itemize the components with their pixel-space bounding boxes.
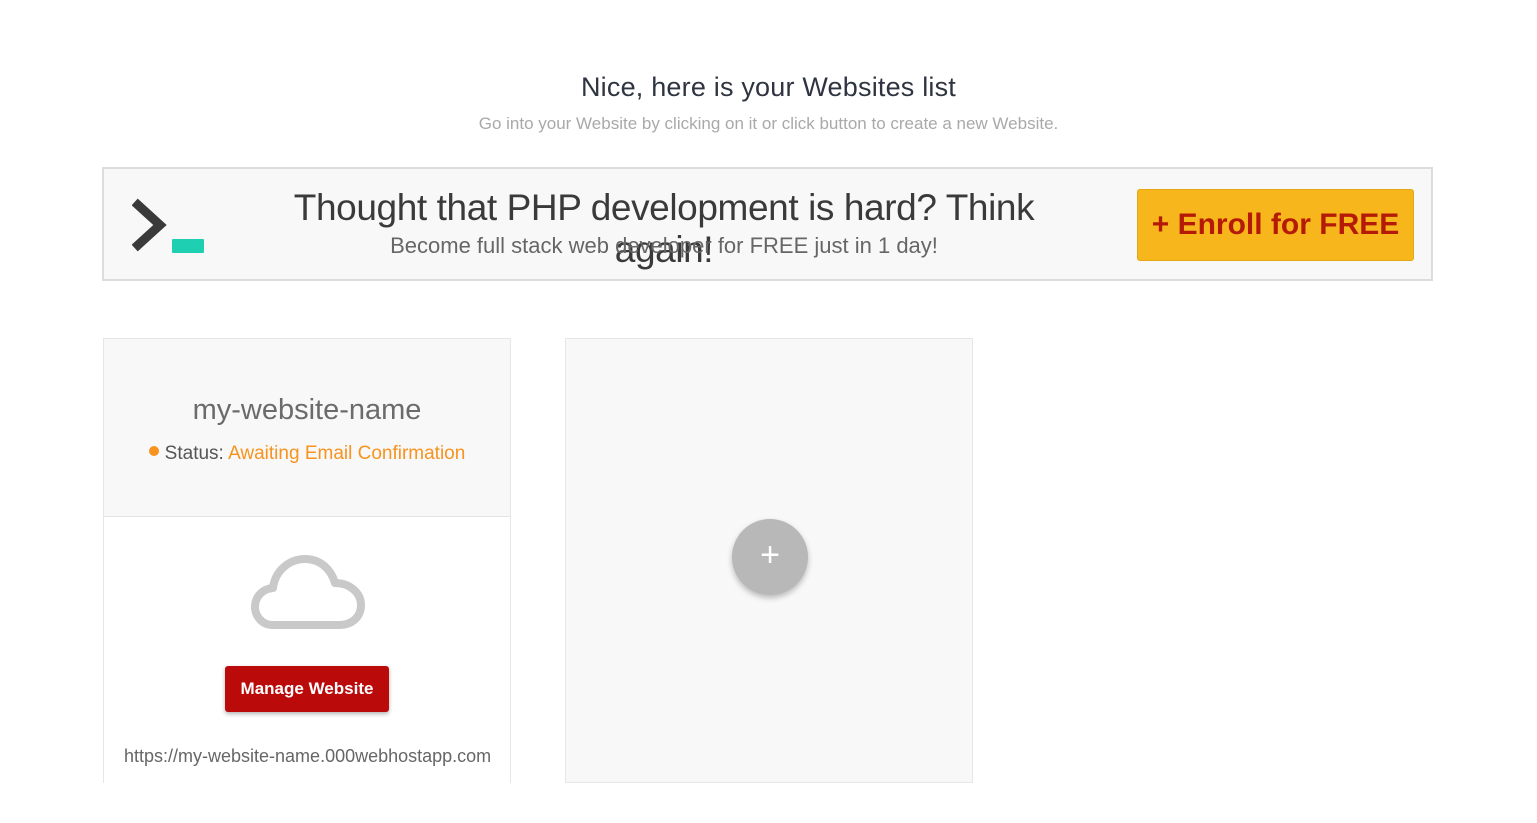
status-row: Status: Awaiting Email Confirmation — [104, 443, 510, 465]
add-website-card[interactable]: + — [565, 338, 973, 783]
website-name: my-website-name — [192, 394, 422, 426]
website-card-header[interactable]: my-website-name Status: Awaiting Email C… — [104, 339, 510, 517]
websites-page: Nice, here is your Websites list Go into… — [0, 0, 1537, 823]
status-label: Status: — [164, 443, 224, 464]
cloud-icon — [251, 555, 365, 629]
website-card[interactable]: my-website-name Status: Awaiting Email C… — [103, 338, 511, 783]
page-title: Nice, here is your Websites list — [580, 72, 957, 102]
website-url[interactable]: https://my-website-name.000webhostapp.co… — [124, 746, 494, 767]
banner-subtitle: Become full stack web developer for FREE… — [390, 233, 938, 258]
manage-website-button[interactable]: Manage Website — [225, 666, 389, 712]
promo-banner[interactable]: Thought that PHP development is hard? Th… — [102, 167, 1433, 281]
enroll-button[interactable]: + Enroll for FREE — [1137, 189, 1414, 261]
plus-icon[interactable]: + — [732, 519, 808, 595]
terminal-prompt-icon — [132, 198, 204, 253]
page-subtitle: Go into your Website by clicking on it o… — [478, 114, 1059, 133]
status-value: Awaiting Email Confirmation — [228, 443, 466, 464]
status-dot-icon — [148, 446, 159, 456]
